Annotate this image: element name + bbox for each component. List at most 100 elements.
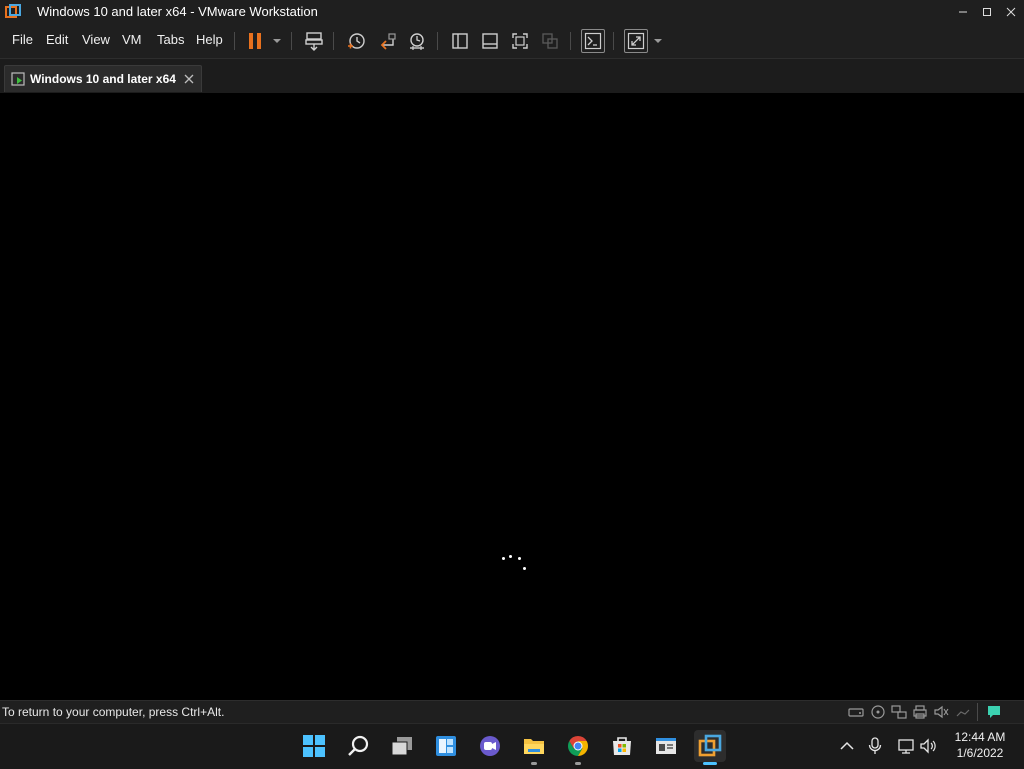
minimize-icon — [959, 11, 967, 13]
vmware-app-icon — [656, 738, 676, 754]
network-icon — [898, 739, 914, 754]
windows-taskbar: 12:44 AM 1/6/2022 — [0, 723, 1024, 769]
chrome-button[interactable] — [562, 730, 594, 765]
clock-date: 1/6/2022 — [956, 746, 1004, 760]
close-icon — [1006, 7, 1016, 17]
status-separator — [977, 703, 978, 721]
pause-icon — [249, 33, 261, 49]
vmware-icon — [5, 4, 21, 18]
show-hidden-icons-icon — [840, 741, 854, 750]
snapshot-manager-button[interactable] — [405, 29, 429, 53]
title-bar[interactable]: Windows 10 and later x64 - VMware Workst… — [0, 0, 1024, 24]
close-tab-icon[interactable] — [184, 74, 194, 84]
snapshot-manager-icon — [410, 33, 424, 50]
minimize-button[interactable] — [950, 0, 976, 24]
widgets-button[interactable] — [430, 730, 462, 762]
spinner-dot — [509, 555, 512, 558]
widgets-icon — [436, 736, 456, 756]
hard-disk-icon[interactable] — [848, 704, 864, 720]
toolbar-separator — [570, 32, 571, 50]
vm-console[interactable] — [0, 93, 1024, 699]
stretch-guest-button[interactable] — [624, 29, 648, 53]
spinner-dot — [518, 557, 521, 560]
full-screen-button[interactable] — [508, 29, 532, 53]
toolbar-separator — [333, 32, 334, 50]
volume-button[interactable] — [918, 735, 940, 757]
show-hidden-icons-button[interactable] — [836, 735, 858, 757]
microphone-button[interactable] — [864, 735, 886, 757]
vmware-workstation-icon — [698, 734, 722, 757]
maximize-button[interactable] — [974, 0, 1000, 24]
power-dropdown-button[interactable] — [265, 29, 289, 53]
network-button[interactable] — [896, 735, 918, 757]
show-thumbnail-bar-icon — [482, 33, 498, 49]
printer-icon[interactable] — [912, 704, 928, 720]
console-view-icon — [584, 32, 602, 50]
tab-strip: Windows 10 and later x64 — [0, 59, 1024, 93]
window-title: Windows 10 and later x64 - VMware Workst… — [37, 4, 318, 19]
maximize-icon — [983, 8, 991, 16]
menu-toolbar: File Edit View VM Tabs Help — [0, 24, 1024, 59]
unity-button[interactable] — [538, 29, 562, 53]
running-indicator — [703, 762, 717, 765]
spinner-dot — [502, 557, 505, 560]
start-button[interactable] — [298, 730, 330, 762]
teams-chat-icon — [480, 736, 500, 756]
show-library-icon — [452, 33, 468, 49]
clock[interactable]: 12:44 AM 1/6/2022 — [950, 729, 1010, 761]
console-view-button[interactable] — [581, 29, 605, 53]
tab-vm[interactable]: Windows 10 and later x64 — [4, 65, 202, 92]
revert-snapshot-button[interactable] — [375, 29, 399, 53]
menu-vm[interactable]: VM — [122, 32, 142, 47]
start-icon — [303, 735, 325, 757]
network-adapter-icon[interactable] — [891, 704, 907, 720]
microsoft-store-icon — [613, 737, 631, 755]
menu-view[interactable]: View — [82, 32, 110, 47]
show-thumbnail-bar-button[interactable] — [478, 29, 502, 53]
menu-file[interactable]: File — [12, 32, 33, 47]
microsoft-store-button[interactable] — [606, 730, 638, 762]
sound-card-icon[interactable] — [933, 704, 949, 720]
vm-running-icon — [11, 72, 25, 86]
menu-tabs[interactable]: Tabs — [157, 32, 184, 47]
message-log-icon[interactable] — [986, 704, 1002, 720]
full-screen-icon — [512, 33, 528, 49]
running-indicator — [531, 762, 537, 765]
file-explorer-icon — [524, 739, 544, 754]
clock-time: 12:44 AM — [954, 730, 1006, 744]
send-ctrl-alt-del-button[interactable] — [302, 29, 326, 53]
snapshot-revert-icon — [380, 33, 396, 50]
chrome-icon — [568, 736, 588, 756]
menu-help[interactable]: Help — [196, 32, 223, 47]
unity-icon — [542, 33, 558, 49]
dropdown-icon — [273, 39, 281, 43]
dropdown-icon — [654, 39, 662, 43]
search-button[interactable] — [342, 730, 374, 762]
toolbar-separator — [234, 32, 235, 50]
status-bar: To return to your computer, press Ctrl+A… — [0, 700, 1024, 723]
vmware-workstation-button[interactable] — [694, 730, 726, 765]
toolbar-separator — [437, 32, 438, 50]
task-view-icon — [391, 737, 412, 756]
snapshot-take-icon — [348, 33, 365, 49]
vmware-app-button[interactable] — [650, 730, 682, 762]
running-indicator — [575, 762, 581, 765]
menu-edit[interactable]: Edit — [46, 32, 68, 47]
display-icon[interactable] — [955, 704, 971, 720]
close-button[interactable] — [998, 0, 1024, 24]
stretch-dropdown-button[interactable] — [646, 29, 670, 53]
status-message: To return to your computer, press Ctrl+A… — [2, 705, 225, 719]
cd-dvd-icon[interactable] — [870, 704, 886, 720]
task-view-button[interactable] — [386, 730, 418, 762]
file-explorer-button[interactable] — [518, 730, 550, 765]
search-icon — [348, 735, 369, 756]
send-ctrl-alt-del-icon — [305, 32, 323, 51]
stretch-guest-icon — [627, 32, 645, 50]
spinner-dot — [523, 567, 526, 570]
microphone-icon — [868, 737, 882, 754]
show-library-button[interactable] — [448, 29, 472, 53]
take-snapshot-button[interactable] — [344, 29, 368, 53]
teams-chat-button[interactable] — [474, 730, 506, 762]
toolbar-separator — [291, 32, 292, 50]
pause-button[interactable] — [243, 29, 267, 53]
